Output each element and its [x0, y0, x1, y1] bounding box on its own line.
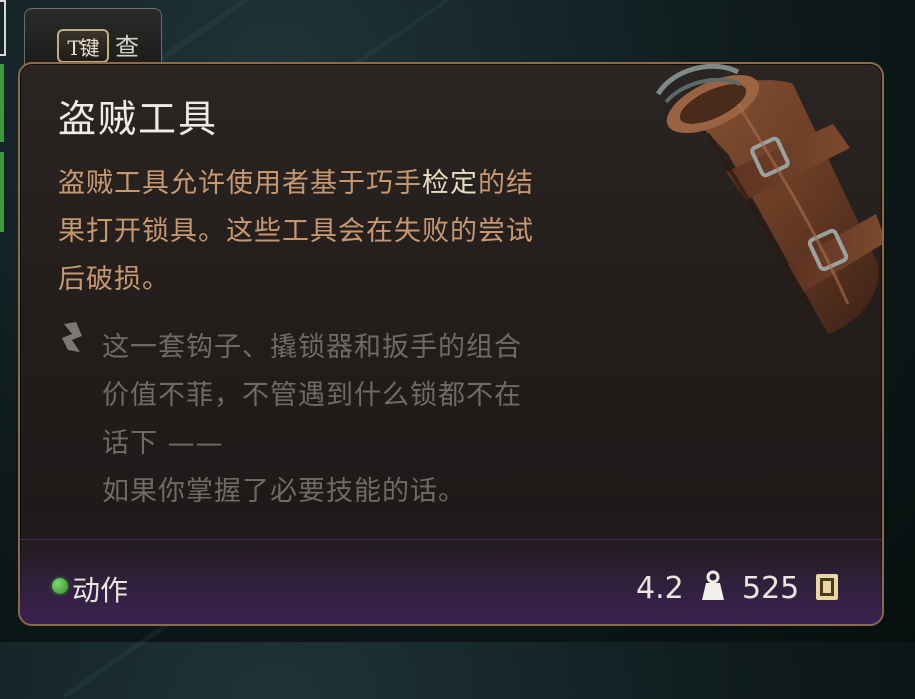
description-text: 的结: [478, 168, 534, 199]
price-value: 525: [742, 571, 800, 606]
thieves-tools-icon: [655, 64, 882, 334]
left-status-bar: [0, 152, 4, 232]
quill-icon: [62, 322, 82, 352]
flavor-line: 这一套钩子、撬锁器和扳手的组合: [102, 332, 522, 363]
flavor-text: 这一套钩子、撬锁器和扳手的组合 价值不菲，不管遇到什么锁都不在 话下 —— 如果…: [102, 324, 622, 516]
action-type-label: 动作: [72, 574, 129, 607]
item-description: 盗贼工具允许使用者基于巧手检定的结 果打开锁具。这些工具会在失败的尝试 后破损。: [58, 160, 618, 304]
gold-coin-icon: [816, 574, 838, 600]
description-keyword-link[interactable]: 检定: [422, 168, 478, 199]
description-text: 果打开锁具。这些工具会在失败的尝试: [58, 216, 534, 247]
left-frame-fragment: [0, 0, 6, 56]
t-key-icon: T键: [57, 29, 109, 63]
description-text: 后破损。: [58, 264, 170, 295]
flavor-line: 价值不菲，不管遇到什么锁都不在: [102, 380, 522, 411]
inspect-key-hint[interactable]: T键 查看: [24, 8, 162, 96]
weight-icon: [702, 570, 724, 600]
action-dot-icon: [52, 578, 68, 594]
weight-value: 4.2: [636, 571, 684, 606]
flavor-line: 如果你掌握了必要技能的话。: [102, 476, 466, 507]
item-title: 盗贼工具: [58, 97, 219, 141]
description-text: 盗贼工具允许使用者基于巧手: [58, 168, 422, 199]
left-status-bar: [0, 64, 4, 142]
item-tooltip-panel: 盗贼工具 盗贼工具允许使用者基于巧手检定的结 果打开锁具。这些工具会在失败的尝试…: [18, 62, 884, 626]
flavor-line: 话下 ——: [102, 428, 224, 459]
